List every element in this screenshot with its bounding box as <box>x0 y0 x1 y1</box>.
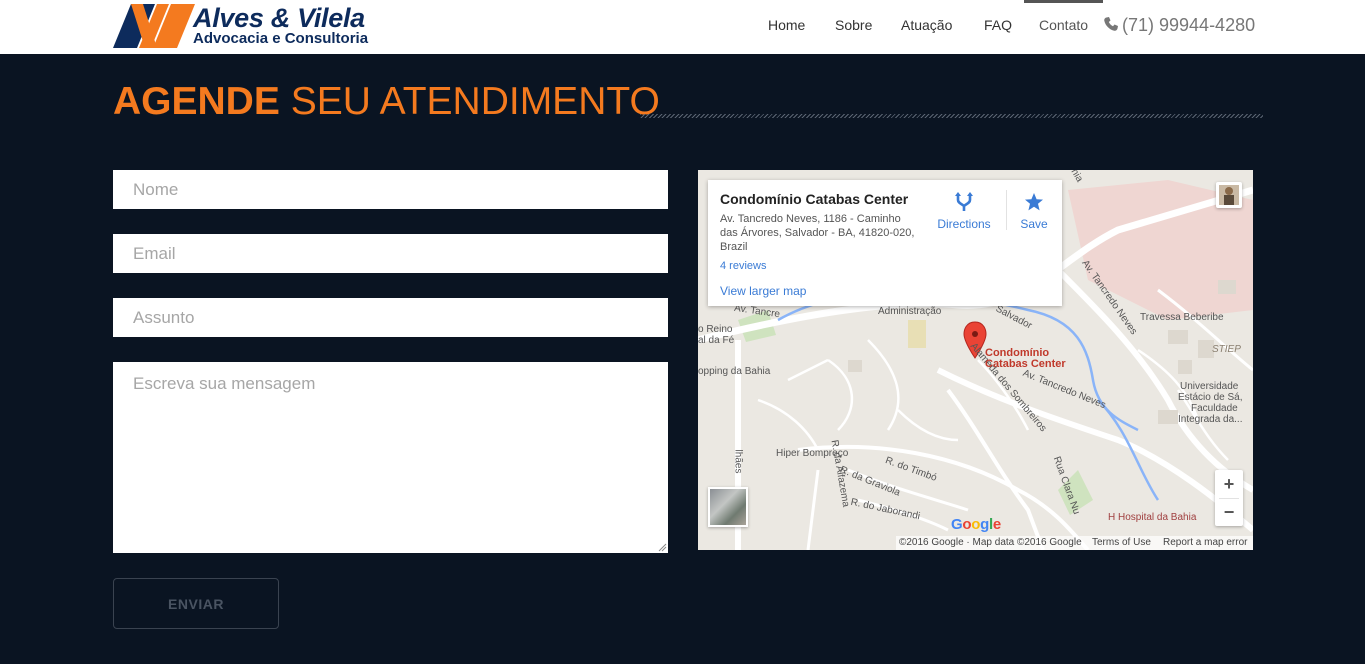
map-label-faculdade: Faculdade <box>1191 403 1238 414</box>
nav-atuacao[interactable]: Atuação <box>901 17 952 33</box>
info-address: Av. Tancredo Neves, 1186 - Caminho das Á… <box>720 213 915 253</box>
map-label-travessa: Travessa Beberibe <box>1140 312 1224 323</box>
info-divider <box>1006 190 1007 230</box>
heading-decorative-rule <box>640 114 1263 118</box>
marker-label-line2: Catabas Center <box>985 358 1066 370</box>
map-label-shopping: opping da Bahia <box>698 366 771 377</box>
top-navigation-bar: Alves & Vilela Advocacia e Consultoria H… <box>0 0 1365 54</box>
subject-field[interactable] <box>113 298 668 337</box>
map-label-lhaes: lhães <box>732 449 744 474</box>
google-map[interactable]: Administração Av. Tancre Salvador Av. Ta… <box>698 170 1253 550</box>
map-label-fe: al da Fé <box>698 335 735 346</box>
brand-logo[interactable]: Alves & Vilela Advocacia e Consultoria <box>113 2 413 50</box>
section-heading: AGENDE SEU ATENDIMENTO <box>113 78 660 128</box>
directions-button[interactable]: Directions <box>934 192 994 232</box>
nav-contato[interactable]: Contato <box>1039 17 1088 33</box>
name-field[interactable] <box>113 170 668 209</box>
map-label-administracao: Administração <box>878 306 942 317</box>
map-label-reino: o Reino <box>698 324 733 335</box>
map-attribution-bar: ©2016 Google · Map data ©2016 Google Ter… <box>896 536 1253 550</box>
directions-icon <box>955 192 973 211</box>
phone-number: (71) 99944-4280 <box>1122 15 1256 35</box>
satellite-toggle[interactable] <box>708 487 748 527</box>
brand-title: Alves & Vilela <box>193 3 365 33</box>
phone-icon <box>1104 17 1118 31</box>
nav-faq[interactable]: FAQ <box>984 17 1012 33</box>
map-label-hospital-text: Hospital da Bahia <box>1118 512 1197 523</box>
marker-label: Condomínio Catabas Center <box>985 348 1066 370</box>
map-label-stiep: STIEP <box>1212 344 1241 355</box>
save-button[interactable]: Save <box>1014 192 1054 232</box>
heading-strong: AGENDE <box>113 80 280 123</box>
report-map-error-link[interactable]: Report a map error <box>1163 537 1247 548</box>
google-logo: Google <box>951 516 1001 533</box>
star-icon <box>1025 193 1043 211</box>
map-label-estacio: Estácio de Sá, <box>1178 392 1243 403</box>
map-info-window: Condomínio Catabas Center Av. Tancredo N… <box>708 180 1062 306</box>
pegman-icon <box>1219 185 1239 205</box>
map-copyright: ©2016 Google · Map data ©2016 Google <box>899 537 1082 548</box>
street-view-pegman[interactable] <box>1216 182 1242 208</box>
info-place-title: Condomínio Catabas Center <box>720 191 909 207</box>
nav-active-indicator <box>1024 0 1103 3</box>
logo-mark-icon <box>113 4 195 48</box>
nav-sobre[interactable]: Sobre <box>835 17 872 33</box>
save-label: Save <box>1020 217 1048 231</box>
terms-of-use-link[interactable]: Terms of Use <box>1092 537 1151 548</box>
phone-contact[interactable]: (71) 99944-4280 <box>1103 15 1255 36</box>
map-label-integrada: Integrada da... <box>1178 414 1243 425</box>
view-larger-map-link[interactable]: View larger map <box>720 284 806 298</box>
submit-button[interactable]: ENVIAR <box>113 578 279 629</box>
message-field[interactable] <box>113 362 668 553</box>
zoom-out-button[interactable]: − <box>1215 498 1243 526</box>
zoom-control: + − <box>1215 470 1243 526</box>
directions-label: Directions <box>937 217 991 231</box>
zoom-in-button[interactable]: + <box>1215 470 1243 498</box>
resize-grip-icon[interactable] <box>658 543 667 552</box>
map-label-universidade: Universidade <box>1180 381 1239 392</box>
nav-home[interactable]: Home <box>768 17 805 33</box>
brand-subtitle: Advocacia e Consultoria <box>193 30 369 47</box>
heading-light: SEU ATENDIMENTO <box>290 80 660 123</box>
email-field[interactable] <box>113 234 668 273</box>
map-label-hospital: H Hospital da Bahia <box>1108 512 1197 523</box>
info-reviews-link[interactable]: 4 reviews <box>720 260 766 272</box>
